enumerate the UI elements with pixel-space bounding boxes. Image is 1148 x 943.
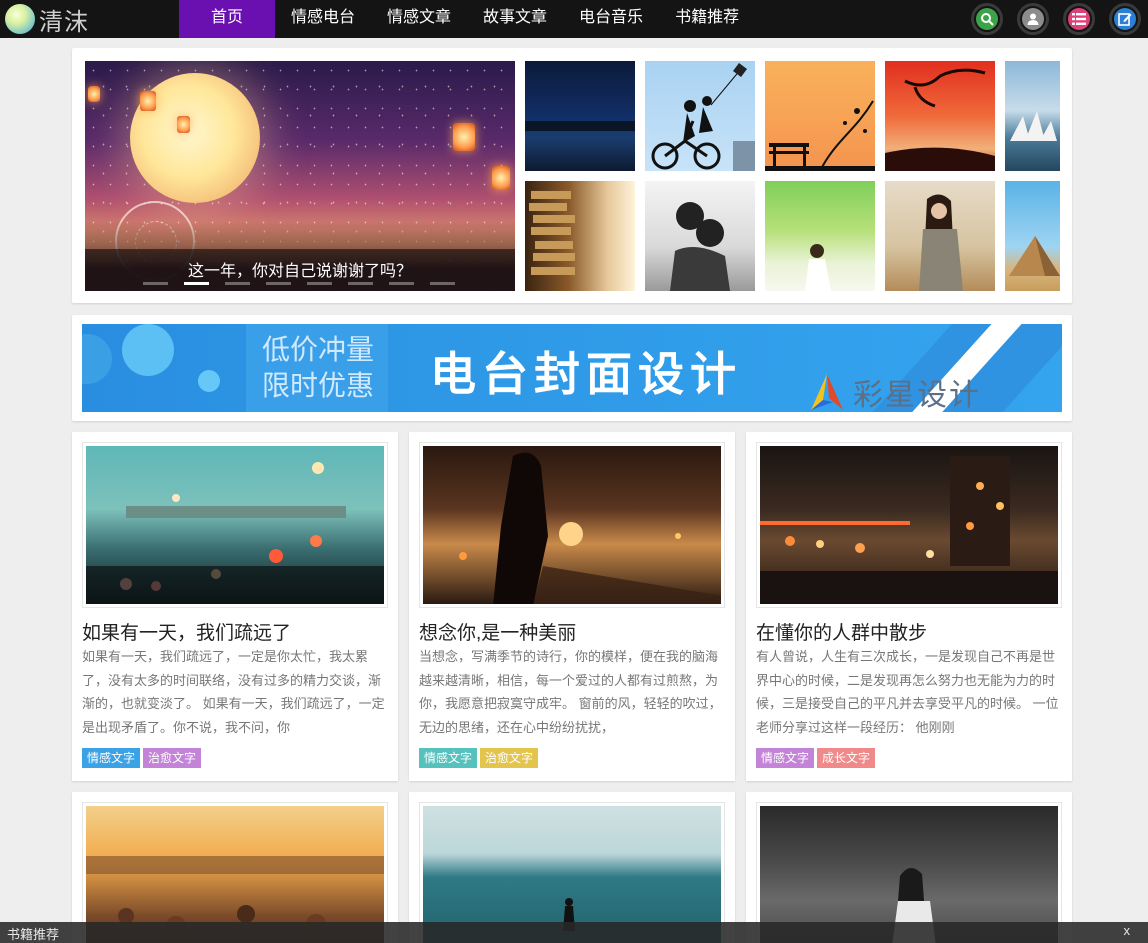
article-title[interactable]: 在懂你的人群中散步 [756, 618, 927, 645]
slider-dot[interactable] [389, 282, 414, 285]
banner-promo-line2: 限时优惠 [262, 370, 375, 401]
hero-caption[interactable]: 这一年，你对自己说谢谢了吗？ [85, 257, 515, 281]
thumbnail-girl-garden[interactable] [765, 181, 875, 291]
article-excerpt: 当想念，写满季节的诗行，你的模样，便在我的脑海越来越清晰，相信，每一个爱过的人都… [419, 649, 722, 735]
main-nav: 首页 情感电台 情感文章 故事文章 电台音乐 书籍推荐 [179, 0, 755, 38]
banner-brand-name: 彩星设计 [853, 379, 981, 412]
hero-caption-bar: 这一年，你对自己说谢谢了吗？ [85, 249, 515, 291]
article-image[interactable] [756, 442, 1062, 608]
slider-dot[interactable] [430, 282, 455, 285]
article-excerpt: 如果有一天，我们疏远了，一定是你太忙，我太累了，没有太多的时间联络，没有过多的精… [82, 649, 385, 735]
search-button[interactable] [971, 3, 1003, 35]
nav-item-radio-music[interactable]: 电台音乐 [563, 0, 659, 38]
article-card[interactable]: 想念你,是一种美丽 当想念，写满季节的诗行，你的模样，便在我的脑海越来越清晰，相… [409, 432, 735, 781]
nav-icon-group [971, 3, 1141, 35]
nav-item-story-articles[interactable]: 故事文章 [467, 0, 563, 38]
menu-button[interactable] [1063, 3, 1095, 35]
article-card[interactable]: 如果有一天，我们疏远了 如果有一天，我们疏远了，一定是你太忙，我太累了，没有太多… [72, 432, 398, 781]
article-image-bokeh-street [86, 446, 384, 604]
slider-dot[interactable] [266, 282, 291, 285]
site-logo[interactable]: 清沫 [5, 3, 89, 36]
thumbnail-couple-bicycle[interactable] [645, 61, 755, 171]
featured-slider-panel: 这一年，你对自己说谢谢了吗？ [72, 48, 1072, 303]
star-logo-icon [811, 374, 843, 410]
slider-dot[interactable] [143, 282, 168, 285]
hero-slide[interactable]: 这一年，你对自己说谢谢了吗？ [85, 61, 515, 291]
banner-brand: 彩星设计 [807, 370, 981, 412]
thumbnail-opera-house[interactable] [1005, 61, 1060, 171]
search-icon [976, 8, 998, 30]
lantern-image [88, 86, 100, 102]
nav-item-home[interactable]: 首页 [179, 0, 275, 38]
article-title[interactable]: 想念你,是一种美丽 [419, 618, 576, 645]
banner-decor [82, 334, 112, 384]
thumbnail-bookshelf[interactable] [525, 181, 635, 291]
nav-item-emotion-articles[interactable]: 情感文章 [371, 0, 467, 38]
banner-decor [198, 370, 220, 392]
article-title[interactable]: 如果有一天，我们疏远了 [82, 618, 291, 645]
slider-dot[interactable] [225, 282, 250, 285]
thumbnail-night-lake[interactable] [525, 61, 635, 171]
close-icon[interactable]: x [1124, 923, 1131, 938]
article-image[interactable] [82, 442, 388, 608]
tag[interactable]: 治愈文字 [143, 748, 202, 768]
tag[interactable]: 成长文字 [817, 748, 876, 768]
bottom-notice-bar: 书籍推荐 x [0, 922, 1148, 943]
tag[interactable]: 情感文字 [82, 748, 141, 768]
tag[interactable]: 情感文字 [419, 748, 478, 768]
article-image-city-lights [760, 446, 1058, 604]
banner-promo-line1: 低价冲量 [262, 334, 375, 365]
ad-banner[interactable]: 低价冲量 限时优惠 电台封面设计 彩星设计 [82, 324, 1062, 412]
edit-icon [1114, 8, 1136, 30]
thumbnail-anime-couple[interactable] [645, 181, 755, 291]
banner-promo-text: 低价冲量 限时优惠 [262, 332, 374, 404]
ad-banner-panel: 低价冲量 限时优惠 电台封面设计 彩星设计 [72, 315, 1072, 421]
logo-text: 清沫 [39, 7, 89, 36]
article-tags: 情感文字 治愈文字 [82, 748, 202, 768]
logo-icon [5, 4, 35, 34]
article-tags: 情感文字 治愈文字 [419, 748, 539, 768]
article-image[interactable] [419, 442, 725, 608]
slider-dot[interactable] [348, 282, 373, 285]
thumbnail-pyramid[interactable] [1005, 181, 1060, 291]
tag[interactable]: 情感文字 [756, 748, 815, 768]
banner-decor [122, 324, 174, 376]
article-card[interactable] [746, 792, 1072, 943]
tag[interactable]: 治愈文字 [480, 748, 539, 768]
lantern-image [492, 166, 510, 190]
lantern-image [140, 91, 156, 111]
article-excerpt: 有人曾说，人生有三次成长，一是发现自己不再是世界中心的时候，二是发现再怎么努力也… [756, 649, 1059, 735]
banner-headline: 电台封面设计 [430, 348, 742, 400]
article-tags: 情感文字 成长文字 [756, 748, 876, 768]
article-card[interactable] [72, 792, 398, 943]
nav-item-book-recommend[interactable]: 书籍推荐 [659, 0, 755, 38]
top-navbar: 清沫 首页 情感电台 情感文章 故事文章 电台音乐 书籍推荐 [0, 0, 1148, 38]
user-icon [1022, 8, 1044, 30]
list-icon [1068, 8, 1090, 30]
lantern-image [177, 116, 190, 133]
thumbnail-bench-sunset[interactable] [765, 61, 875, 171]
nav-item-emotion-radio[interactable]: 情感电台 [275, 0, 371, 38]
lantern-image [453, 123, 475, 151]
write-button[interactable] [1109, 3, 1141, 35]
article-image-girl-silhouette [423, 446, 721, 604]
bottom-bar-text[interactable]: 书籍推荐 [7, 924, 59, 943]
slider-dots [143, 282, 455, 285]
user-button[interactable] [1017, 3, 1049, 35]
article-card[interactable]: 在懂你的人群中散步 有人曾说，人生有三次成长，一是发现自己不再是世界中心的时候，… [746, 432, 1072, 781]
slider-dot[interactable] [307, 282, 332, 285]
thumbnail-red-tree[interactable] [885, 61, 995, 171]
thumbnail-girl-camera[interactable] [885, 181, 995, 291]
article-card[interactable] [409, 792, 735, 943]
slider-dot-active[interactable] [184, 282, 209, 285]
